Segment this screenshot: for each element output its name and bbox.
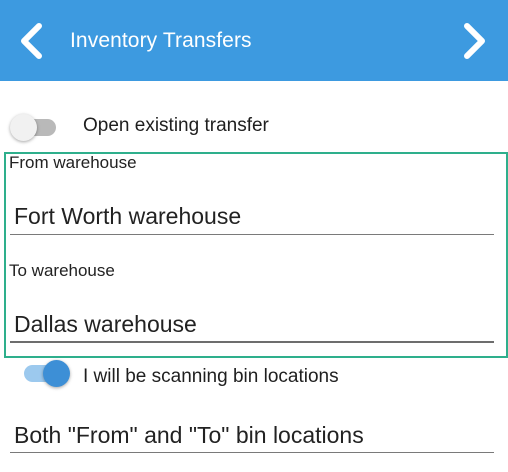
back-button[interactable] [14, 22, 48, 60]
from-warehouse-field[interactable]: Fort Worth warehouse [14, 203, 241, 230]
forward-button[interactable] [458, 22, 492, 60]
toggle-knob [10, 114, 37, 141]
toggle-knob [43, 360, 70, 387]
open-existing-toggle[interactable] [10, 112, 60, 142]
bin-mode-underline [10, 452, 494, 453]
chevron-right-icon [464, 23, 485, 59]
from-warehouse-underline [10, 234, 494, 235]
to-warehouse-label: To warehouse [9, 261, 115, 280]
scanning-bins-label: I will be scanning bin locations [83, 366, 339, 387]
bin-mode-select[interactable]: Both "From" and "To" bin locations [14, 422, 364, 449]
from-warehouse-label: From warehouse [9, 153, 137, 172]
chevron-left-icon [21, 23, 42, 59]
app-bar: Inventory Transfers [0, 0, 508, 81]
to-warehouse-underline [10, 341, 494, 343]
to-warehouse-field[interactable]: Dallas warehouse [14, 311, 197, 338]
scanning-bins-toggle[interactable] [20, 358, 70, 388]
open-existing-label: Open existing transfer [83, 115, 269, 136]
page-title: Inventory Transfers [70, 29, 252, 52]
